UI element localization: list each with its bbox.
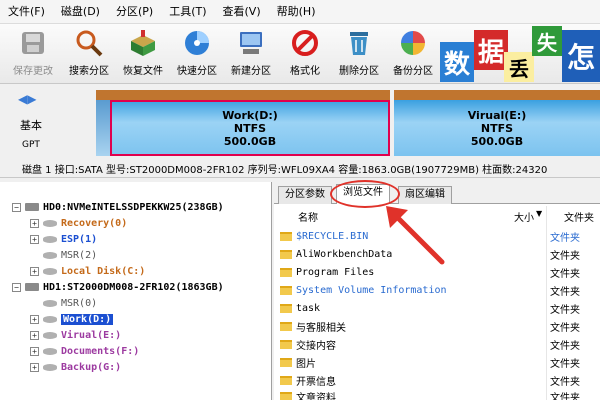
menu-partition[interactable]: 分区(P) bbox=[108, 0, 161, 24]
menu-file[interactable]: 文件(F) bbox=[0, 0, 53, 24]
search-partition-button[interactable]: 搜索分区 bbox=[62, 28, 116, 80]
save-changes-button[interactable]: 保存更改 bbox=[6, 28, 60, 80]
folder-icon bbox=[280, 285, 292, 295]
tree-item-documents-f[interactable]: + Documents(F:) bbox=[30, 344, 139, 358]
collapse-icon[interactable]: − bbox=[12, 282, 21, 292]
file-row[interactable]: 图片 文件夹 bbox=[274, 354, 600, 370]
disk-map: ◀▶ 基本 GPT Work(D:) NTFS 500.0GB Virual(E… bbox=[0, 84, 600, 156]
delete-partition-button[interactable]: 删除分区 bbox=[332, 28, 386, 80]
partition-icon bbox=[43, 251, 57, 259]
hard-disk-icon bbox=[25, 203, 39, 211]
disk-type-label: 基本 bbox=[20, 119, 42, 132]
partition-virual-fs: NTFS bbox=[480, 121, 514, 135]
format-button[interactable]: 格式化 bbox=[278, 28, 332, 80]
tab-partition-params[interactable]: 分区参数 bbox=[278, 186, 332, 204]
partition-virual-name: Virual(E:) bbox=[467, 108, 527, 122]
file-row[interactable]: 文章资料 文件夹 bbox=[274, 388, 600, 400]
trash-icon bbox=[344, 28, 374, 58]
recover-box-icon bbox=[128, 28, 158, 58]
partition-msr-bar[interactable] bbox=[96, 90, 110, 156]
menu-tools[interactable]: 工具(T) bbox=[161, 0, 214, 24]
tree-item-esp[interactable]: + ESP(1) bbox=[30, 232, 97, 246]
disk-info-text: 磁盘 1 接口:SATA 型号:ST2000DM008-2FR102 序列号:W… bbox=[22, 165, 548, 176]
folder-icon bbox=[280, 375, 292, 385]
partition-work-fs: NTFS bbox=[233, 121, 267, 135]
expand-icon[interactable]: + bbox=[30, 218, 39, 228]
expand-icon[interactable]: + bbox=[30, 362, 39, 372]
partition-icon bbox=[43, 299, 57, 307]
folder-icon bbox=[280, 321, 292, 331]
tree-hd0[interactable]: − HD0:NVMeINTELSSDPEKKW25(238GB) bbox=[12, 200, 224, 214]
expand-icon[interactable]: + bbox=[30, 346, 39, 356]
recover-files-button[interactable]: 恢复文件 bbox=[116, 28, 170, 80]
partition-virual-size: 500.0GB bbox=[470, 134, 524, 148]
collapse-icon[interactable]: − bbox=[12, 202, 21, 212]
folder-icon bbox=[280, 249, 292, 259]
file-row[interactable]: 交接内容 文件夹 bbox=[274, 336, 600, 352]
disk-tree: − HD0:NVMeINTELSSDPEKKW25(238GB) + Recov… bbox=[0, 182, 272, 400]
partition-work-size: 500.0GB bbox=[223, 134, 277, 148]
new-partition-button[interactable]: 新建分区 bbox=[224, 28, 278, 80]
backup-pie-icon bbox=[398, 28, 428, 58]
column-size[interactable]: 大小 bbox=[514, 209, 534, 224]
column-type[interactable]: 文件夹 bbox=[564, 209, 594, 224]
partition-work-name: Work(D:) bbox=[222, 108, 278, 122]
folder-icon bbox=[280, 231, 292, 241]
folder-icon bbox=[280, 303, 292, 313]
tree-item-msr[interactable]: MSR(2) bbox=[43, 248, 97, 262]
partition-icon bbox=[43, 363, 57, 371]
menu-disk[interactable]: 磁盘(D) bbox=[53, 0, 108, 24]
search-icon bbox=[74, 28, 104, 58]
partition-icon bbox=[43, 315, 57, 323]
tree-item-local-disk-c[interactable]: + Local Disk(C:) bbox=[30, 264, 145, 278]
partition-icon bbox=[43, 267, 57, 275]
menu-view[interactable]: 查看(V) bbox=[215, 0, 269, 24]
sort-arrow-icon: ▼ bbox=[536, 209, 543, 218]
menu-help[interactable]: 帮助(H) bbox=[269, 0, 324, 24]
tile-ju: 据 bbox=[474, 30, 508, 70]
tree-item-work-d[interactable]: + Work(D:) bbox=[30, 312, 114, 326]
disk-style-label: GPT bbox=[22, 140, 40, 150]
tile-diu: 丢 bbox=[504, 52, 534, 82]
tile-shu: 数 bbox=[440, 42, 474, 82]
tile-shi: 失 bbox=[532, 26, 562, 56]
hard-disk-icon bbox=[25, 283, 39, 291]
expand-icon[interactable]: + bbox=[30, 266, 39, 276]
tree-hd1[interactable]: − HD1:ST2000DM008-2FR102(1863GB) bbox=[12, 280, 224, 294]
expand-icon[interactable]: + bbox=[30, 314, 39, 324]
disk-pie-icon bbox=[182, 28, 212, 58]
file-row[interactable]: System Volume Information 文件夹 bbox=[274, 282, 600, 298]
file-row[interactable]: 与客服相关 文件夹 bbox=[274, 318, 600, 334]
annotation-arrow-icon bbox=[386, 206, 445, 265]
computer-icon bbox=[236, 28, 266, 58]
folder-icon bbox=[280, 339, 292, 349]
column-name[interactable]: 名称 bbox=[298, 209, 318, 224]
promo-title-tiles: 数 据 丢 失 怎 bbox=[440, 24, 600, 84]
file-row[interactable]: task 文件夹 bbox=[274, 300, 600, 316]
tile-zen: 怎 bbox=[562, 30, 600, 82]
folder-icon bbox=[280, 357, 292, 367]
no-symbol-icon bbox=[290, 28, 320, 58]
partition-work-bar[interactable]: Work(D:) NTFS 500.0GB bbox=[110, 90, 390, 156]
tree-item-backup-g[interactable]: + Backup(G:) bbox=[30, 360, 121, 374]
file-row[interactable]: 开票信息 文件夹 bbox=[274, 372, 600, 388]
partition-icon bbox=[43, 347, 57, 355]
disk-nav-arrows-icon[interactable]: ◀▶ bbox=[18, 92, 36, 106]
disk-info-line: 磁盘 1 接口:SATA 型号:ST2000DM008-2FR102 序列号:W… bbox=[0, 160, 600, 178]
backup-partition-button[interactable]: 备份分区 bbox=[386, 28, 440, 80]
tree-item-msr0[interactable]: MSR(0) bbox=[43, 296, 97, 310]
expand-icon[interactable]: + bbox=[30, 330, 39, 340]
quick-partition-button[interactable]: 快速分区 bbox=[170, 28, 224, 80]
tree-item-recovery[interactable]: + Recovery(0) bbox=[30, 216, 127, 230]
save-icon bbox=[18, 28, 48, 58]
partition-icon bbox=[43, 235, 57, 243]
folder-icon bbox=[280, 267, 292, 277]
expand-icon[interactable]: + bbox=[30, 234, 39, 244]
partition-icon bbox=[43, 331, 57, 339]
tree-item-virual-e[interactable]: + Virual(E:) bbox=[30, 328, 121, 342]
partition-icon bbox=[43, 219, 57, 227]
partition-virual-bar[interactable]: Virual(E:) NTFS 500.0GB bbox=[394, 90, 600, 156]
folder-icon bbox=[280, 391, 292, 400]
menu-bar: 文件(F) 磁盘(D) 分区(P) 工具(T) 查看(V) 帮助(H) bbox=[0, 0, 600, 24]
